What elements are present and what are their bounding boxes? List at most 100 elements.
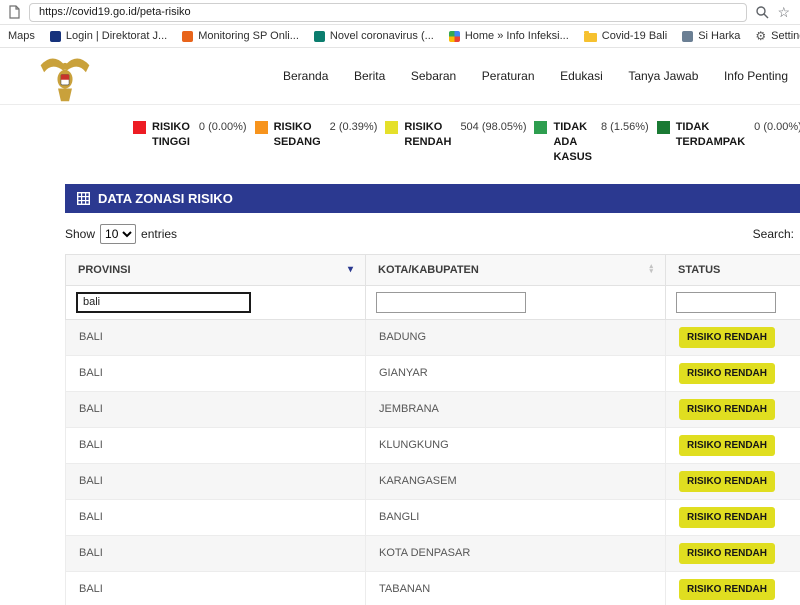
bookmark-item[interactable]: Novel coronavirus (... xyxy=(313,30,434,42)
column-header-kota-kabupaten[interactable]: KOTA/KABUPATEN ▴ ▾ xyxy=(365,253,666,286)
cell-kota-kabupaten: BANGLI xyxy=(365,498,666,536)
legend-value: 0 (0.00%) xyxy=(754,121,800,133)
legend-label: RISIKO SEDANG xyxy=(273,121,321,148)
bookmark-item[interactable]: Maps xyxy=(8,30,35,42)
cell-provinsi: BALI xyxy=(65,354,366,392)
bookmark-label: Maps xyxy=(8,30,35,42)
filter-cell-status xyxy=(665,284,800,320)
status-badge: RISIKO RENDAH xyxy=(679,326,776,348)
bookmark-label: Monitoring SP Onli... xyxy=(198,30,299,42)
login-favicon xyxy=(49,30,61,42)
coronavirus-favicon xyxy=(313,30,325,42)
cell-provinsi: BALI xyxy=(65,426,366,464)
nav-item-berita[interactable]: Berita xyxy=(354,69,385,83)
siharka-favicon xyxy=(682,30,694,42)
legend-color-swatch xyxy=(133,121,146,134)
legend-item: TIDAK TERDAMPAK 0 (0.00%) xyxy=(656,120,800,165)
table-row: BALI GIANYAR RISIKO RENDAH xyxy=(65,354,800,392)
cell-provinsi: BALI xyxy=(65,462,366,500)
zoom-icon[interactable] xyxy=(755,5,769,19)
table-grid-icon xyxy=(77,191,90,205)
cell-status: RISIKO RENDAH xyxy=(665,426,800,464)
bookmark-item[interactable]: Home » Info Infeksi... xyxy=(448,30,569,42)
bookmark-item[interactable]: Login | Direktorat J... xyxy=(49,30,167,42)
legend-color-swatch xyxy=(254,121,268,134)
status-badge: RISIKO RENDAH xyxy=(679,434,776,456)
legend-color-swatch xyxy=(656,121,670,134)
cell-status: RISIKO RENDAH xyxy=(665,570,800,605)
bookmark-item[interactable]: Covid-19 Bali xyxy=(583,30,667,42)
filter-provinsi-input[interactable] xyxy=(76,291,251,313)
sort-both-icon[interactable]: ▴ ▾ xyxy=(649,263,653,274)
table-row: BALI BANGLI RISIKO RENDAH xyxy=(65,498,800,536)
filter-cell-kota xyxy=(365,284,666,320)
cell-status: RISIKO RENDAH xyxy=(665,390,800,428)
filter-status-input[interactable] xyxy=(676,291,776,313)
legend-item: RISIKO RENDAH 504 (98.05%) xyxy=(385,120,526,165)
cell-status: RISIKO RENDAH xyxy=(665,534,800,572)
legend-item: RISIKO SEDANG 2 (0.39%) xyxy=(254,120,377,165)
url-bar[interactable]: https://covid19.go.id/peta-risiko xyxy=(29,2,748,22)
cell-provinsi: BALI xyxy=(65,390,366,428)
status-badge: RISIKO RENDAH xyxy=(679,470,776,492)
nav-item-beranda[interactable]: Beranda xyxy=(283,69,328,83)
table-row: BALI KOTA DENPASAR RISIKO RENDAH xyxy=(65,534,800,572)
bookmark-item[interactable]: Si Harka xyxy=(682,30,740,42)
filter-cell-provinsi xyxy=(65,284,366,320)
legend-item: TIDAK ADA KASUS 8 (1.56%) xyxy=(534,120,649,165)
legend-label: TIDAK ADA KASUS xyxy=(553,121,592,163)
entries-label: entries xyxy=(141,227,178,242)
nav-item-sebaran[interactable]: Sebaran xyxy=(411,69,456,83)
show-entries: Show 10 entries xyxy=(65,224,178,245)
column-header-status[interactable]: STATUS ▴▾ xyxy=(665,253,800,286)
cell-status: RISIKO RENDAH xyxy=(665,318,800,356)
filter-kota-input[interactable] xyxy=(376,291,526,313)
table-title-banner: DATA ZONASI RISIKO xyxy=(65,183,800,213)
cell-kota-kabupaten: JEMBRANA xyxy=(365,390,666,428)
column-header-provinsi[interactable]: PROVINSI ▾ xyxy=(65,253,366,286)
table-row: BALI TABANAN RISIKO RENDAH xyxy=(65,570,800,605)
cell-status: RISIKO RENDAH xyxy=(665,354,800,392)
page-info-icon[interactable] xyxy=(8,5,21,19)
status-badge: RISIKO RENDAH xyxy=(679,398,776,420)
table-row: BALI BADUNG RISIKO RENDAH xyxy=(65,318,800,356)
cell-provinsi: BALI xyxy=(65,318,366,356)
risk-legend: RISIKO TINGGI 0 (0.00%) RISIKO SEDANG 2 (0.… xyxy=(0,105,800,178)
nav-item-edukasi[interactable]: Edukasi xyxy=(560,69,603,83)
cell-status: RISIKO RENDAH xyxy=(665,498,800,536)
table-row: BALI JEMBRANA RISIKO RENDAH xyxy=(65,390,800,428)
table-filter-row xyxy=(65,284,800,320)
main-nav: Beranda Berita Sebaran Peraturan Edukasi Tany… xyxy=(283,48,788,104)
risk-zone-section: DATA ZONASI RISIKO Show 10 entries Searc… xyxy=(65,183,800,605)
bookmark-label: Si Harka xyxy=(698,30,741,42)
nav-item-tanya-jawab[interactable]: Tanya Jawab xyxy=(628,69,698,83)
bookmark-label: Settings xyxy=(771,30,800,42)
bookmark-item[interactable]: ⚙ Settings xyxy=(755,30,800,42)
show-label: Show xyxy=(65,227,96,242)
legend-value: 504 (98.05%) xyxy=(460,121,527,133)
site-header: Beranda Berita Sebaran Peraturan Edukasi Tany… xyxy=(0,48,800,105)
url-text: https://covid19.go.id/peta-risiko xyxy=(39,6,191,18)
folder-icon xyxy=(583,31,597,42)
legend-label: TIDAK TERDAMPAK xyxy=(675,121,746,148)
garuda-logo[interactable] xyxy=(36,49,94,107)
legend-label: RISIKO TINGGI xyxy=(152,121,190,148)
favorites-star-icon[interactable]: ☆ xyxy=(777,5,790,19)
status-badge: RISIKO RENDAH xyxy=(679,362,776,384)
browser-window: https://covid19.go.id/peta-risiko ☆ Maps… xyxy=(0,0,800,605)
cell-kota-kabupaten: KARANGASEM xyxy=(365,462,666,500)
legend-label: RISIKO RENDAH xyxy=(404,121,452,148)
sort-desc-icon[interactable]: ▾ xyxy=(348,264,353,275)
table-header-row: PROVINSI ▾ KOTA/KABUPATEN ▴ ▾ STATUS xyxy=(65,253,800,286)
table-title: DATA ZONASI RISIKO xyxy=(98,190,233,206)
home-favicon xyxy=(448,30,460,42)
cell-kota-kabupaten: KLUNGKUNG xyxy=(365,426,666,464)
bookmark-item[interactable]: Monitoring SP Onli... xyxy=(182,30,299,42)
cell-kota-kabupaten: KOTA DENPASAR xyxy=(365,534,666,572)
status-badge: RISIKO RENDAH xyxy=(679,542,776,564)
legend-item: RISIKO TINGGI 0 (0.00%) xyxy=(133,120,247,165)
nav-item-peraturan[interactable]: Peraturan xyxy=(482,69,535,83)
page-size-select[interactable]: 10 xyxy=(100,224,137,245)
nav-item-info-penting[interactable]: Info Penting xyxy=(724,69,788,83)
status-badge: RISIKO RENDAH xyxy=(679,578,776,600)
